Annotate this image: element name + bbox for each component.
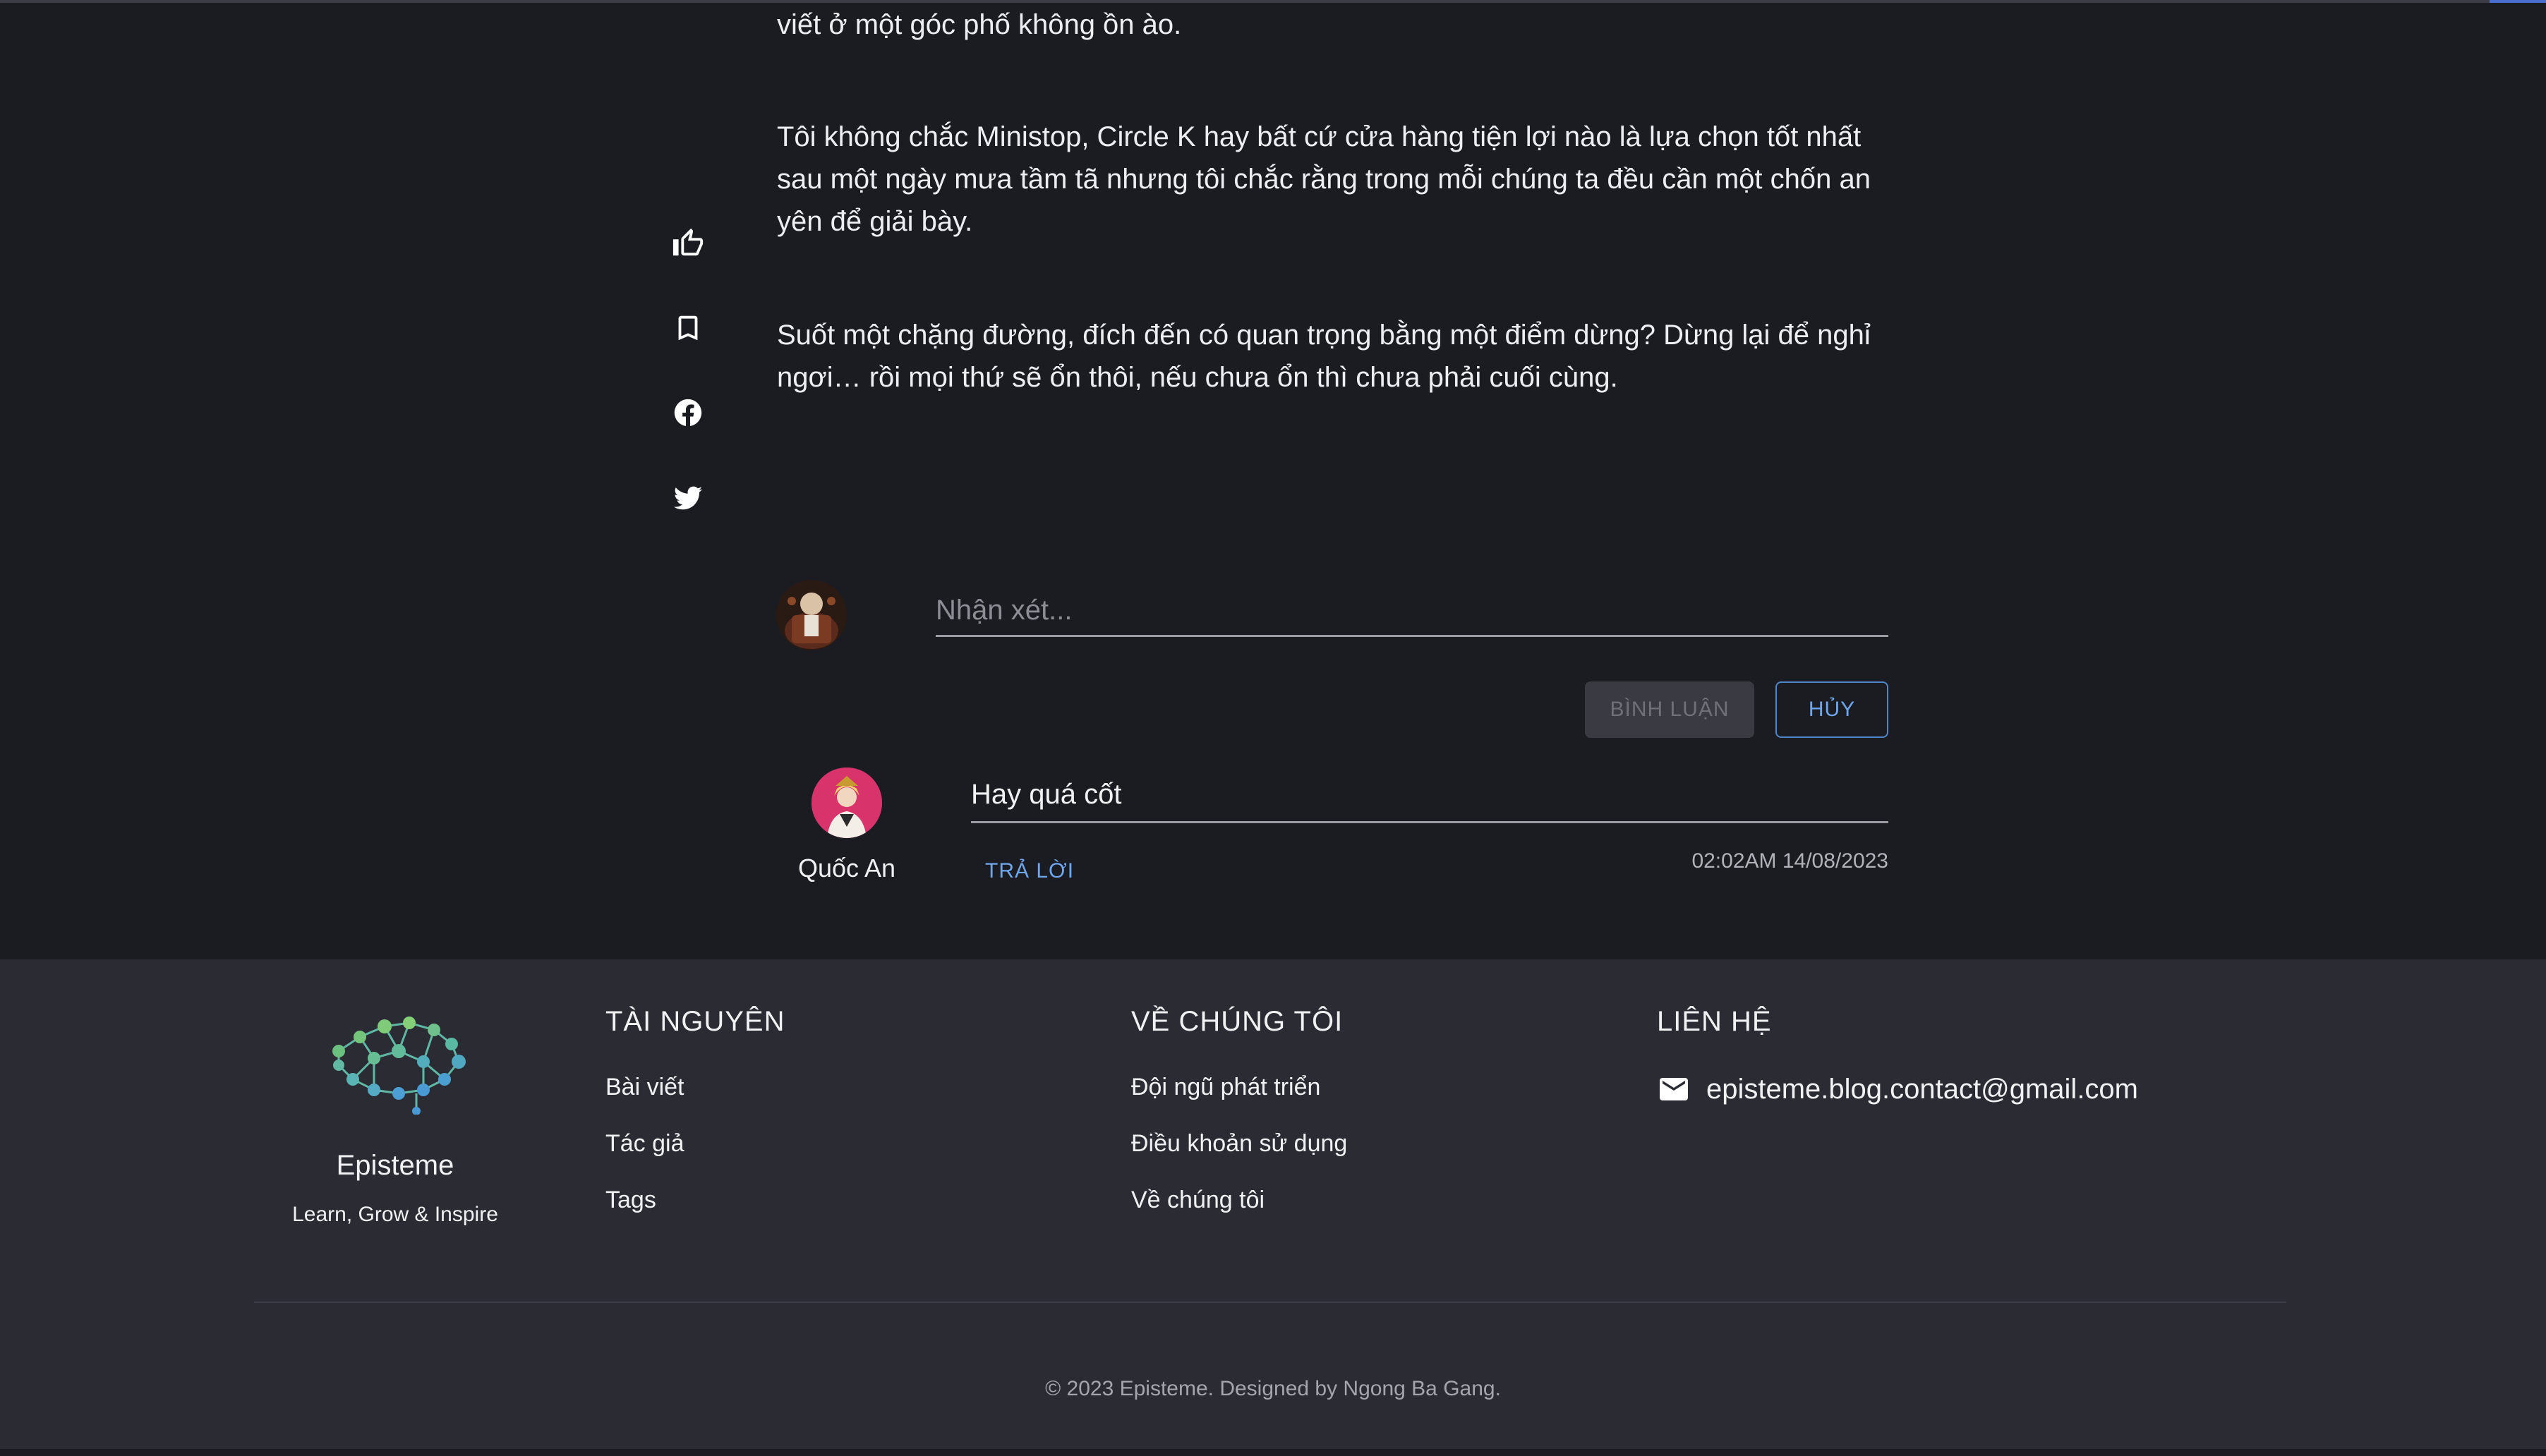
bookmark-icon — [678, 315, 698, 341]
about-heading: VỀ CHÚNG TÔI — [1131, 1006, 1344, 1037]
footer-link-terms[interactable]: Điều khoản sử dụng — [1131, 1130, 1347, 1158]
submit-comment-button[interactable]: BÌNH LUẬN — [1585, 681, 1754, 738]
current-user-avatar — [776, 580, 847, 650]
share-twitter-button[interactable] — [670, 480, 706, 515]
like-button[interactable] — [670, 226, 706, 261]
thumb-up-icon — [672, 228, 704, 256]
top-border — [0, 0, 2546, 3]
comment-timestamp: 02:02AM 14/08/2023 — [1691, 849, 1888, 873]
bottom-border — [0, 1449, 2546, 1456]
facebook-icon — [674, 399, 702, 426]
comment-input[interactable] — [936, 586, 1888, 637]
footer-divider — [254, 1302, 2286, 1303]
copyright-text: © 2023 Episteme. Designed by Ngong Ba Ga… — [1045, 1377, 1501, 1400]
contact-email: episteme.blog.contact@gmail.com — [1706, 1073, 2138, 1105]
footer-link-articles[interactable]: Bài viết — [605, 1074, 684, 1101]
article-paragraph: Suốt một chặng đường, đích đến có quan t… — [777, 320, 1871, 393]
article-paragraph: viết ở một góc phố không ồn ào. — [777, 9, 1182, 40]
footer-link-about[interactable]: Về chúng tôi — [1131, 1187, 1265, 1214]
footer-link-tags[interactable]: Tags — [605, 1187, 656, 1214]
reply-button[interactable]: TRẢ LỜI — [985, 859, 1074, 883]
bookmark-button[interactable] — [670, 310, 706, 346]
comment-text: Hay quá cốt — [971, 775, 1888, 823]
contact-heading: LIÊN HỆ — [1657, 1006, 1772, 1037]
brand-tagline: Learn, Grow & Inspire — [292, 1203, 498, 1226]
cancel-comment-button[interactable]: HỦY — [1775, 681, 1888, 738]
brand-logo[interactable] — [318, 1002, 471, 1115]
resources-heading: TÀI NGUYÊN — [605, 1006, 785, 1037]
avatar[interactable] — [812, 768, 882, 838]
mail-icon — [1657, 1072, 1691, 1106]
footer-link-authors[interactable]: Tác giả — [605, 1130, 684, 1158]
brand-name: Episteme — [336, 1150, 454, 1181]
site-footer: Episteme Learn, Grow & Inspire TÀI NGUYÊ… — [0, 959, 2546, 1449]
article-paragraph: Tôi không chắc Ministop, Circle K hay bấ… — [777, 121, 1871, 237]
contact-email-link[interactable]: episteme.blog.contact@gmail.com — [1657, 1072, 2138, 1106]
share-facebook-button[interactable] — [670, 395, 706, 430]
footer-link-dev-team[interactable]: Đội ngũ phát triển — [1131, 1074, 1320, 1101]
comment-author[interactable]: Quốc An — [776, 854, 917, 883]
brain-network-icon — [332, 1017, 466, 1115]
scroll-indicator — [2490, 0, 2546, 3]
twitter-icon — [673, 486, 703, 510]
